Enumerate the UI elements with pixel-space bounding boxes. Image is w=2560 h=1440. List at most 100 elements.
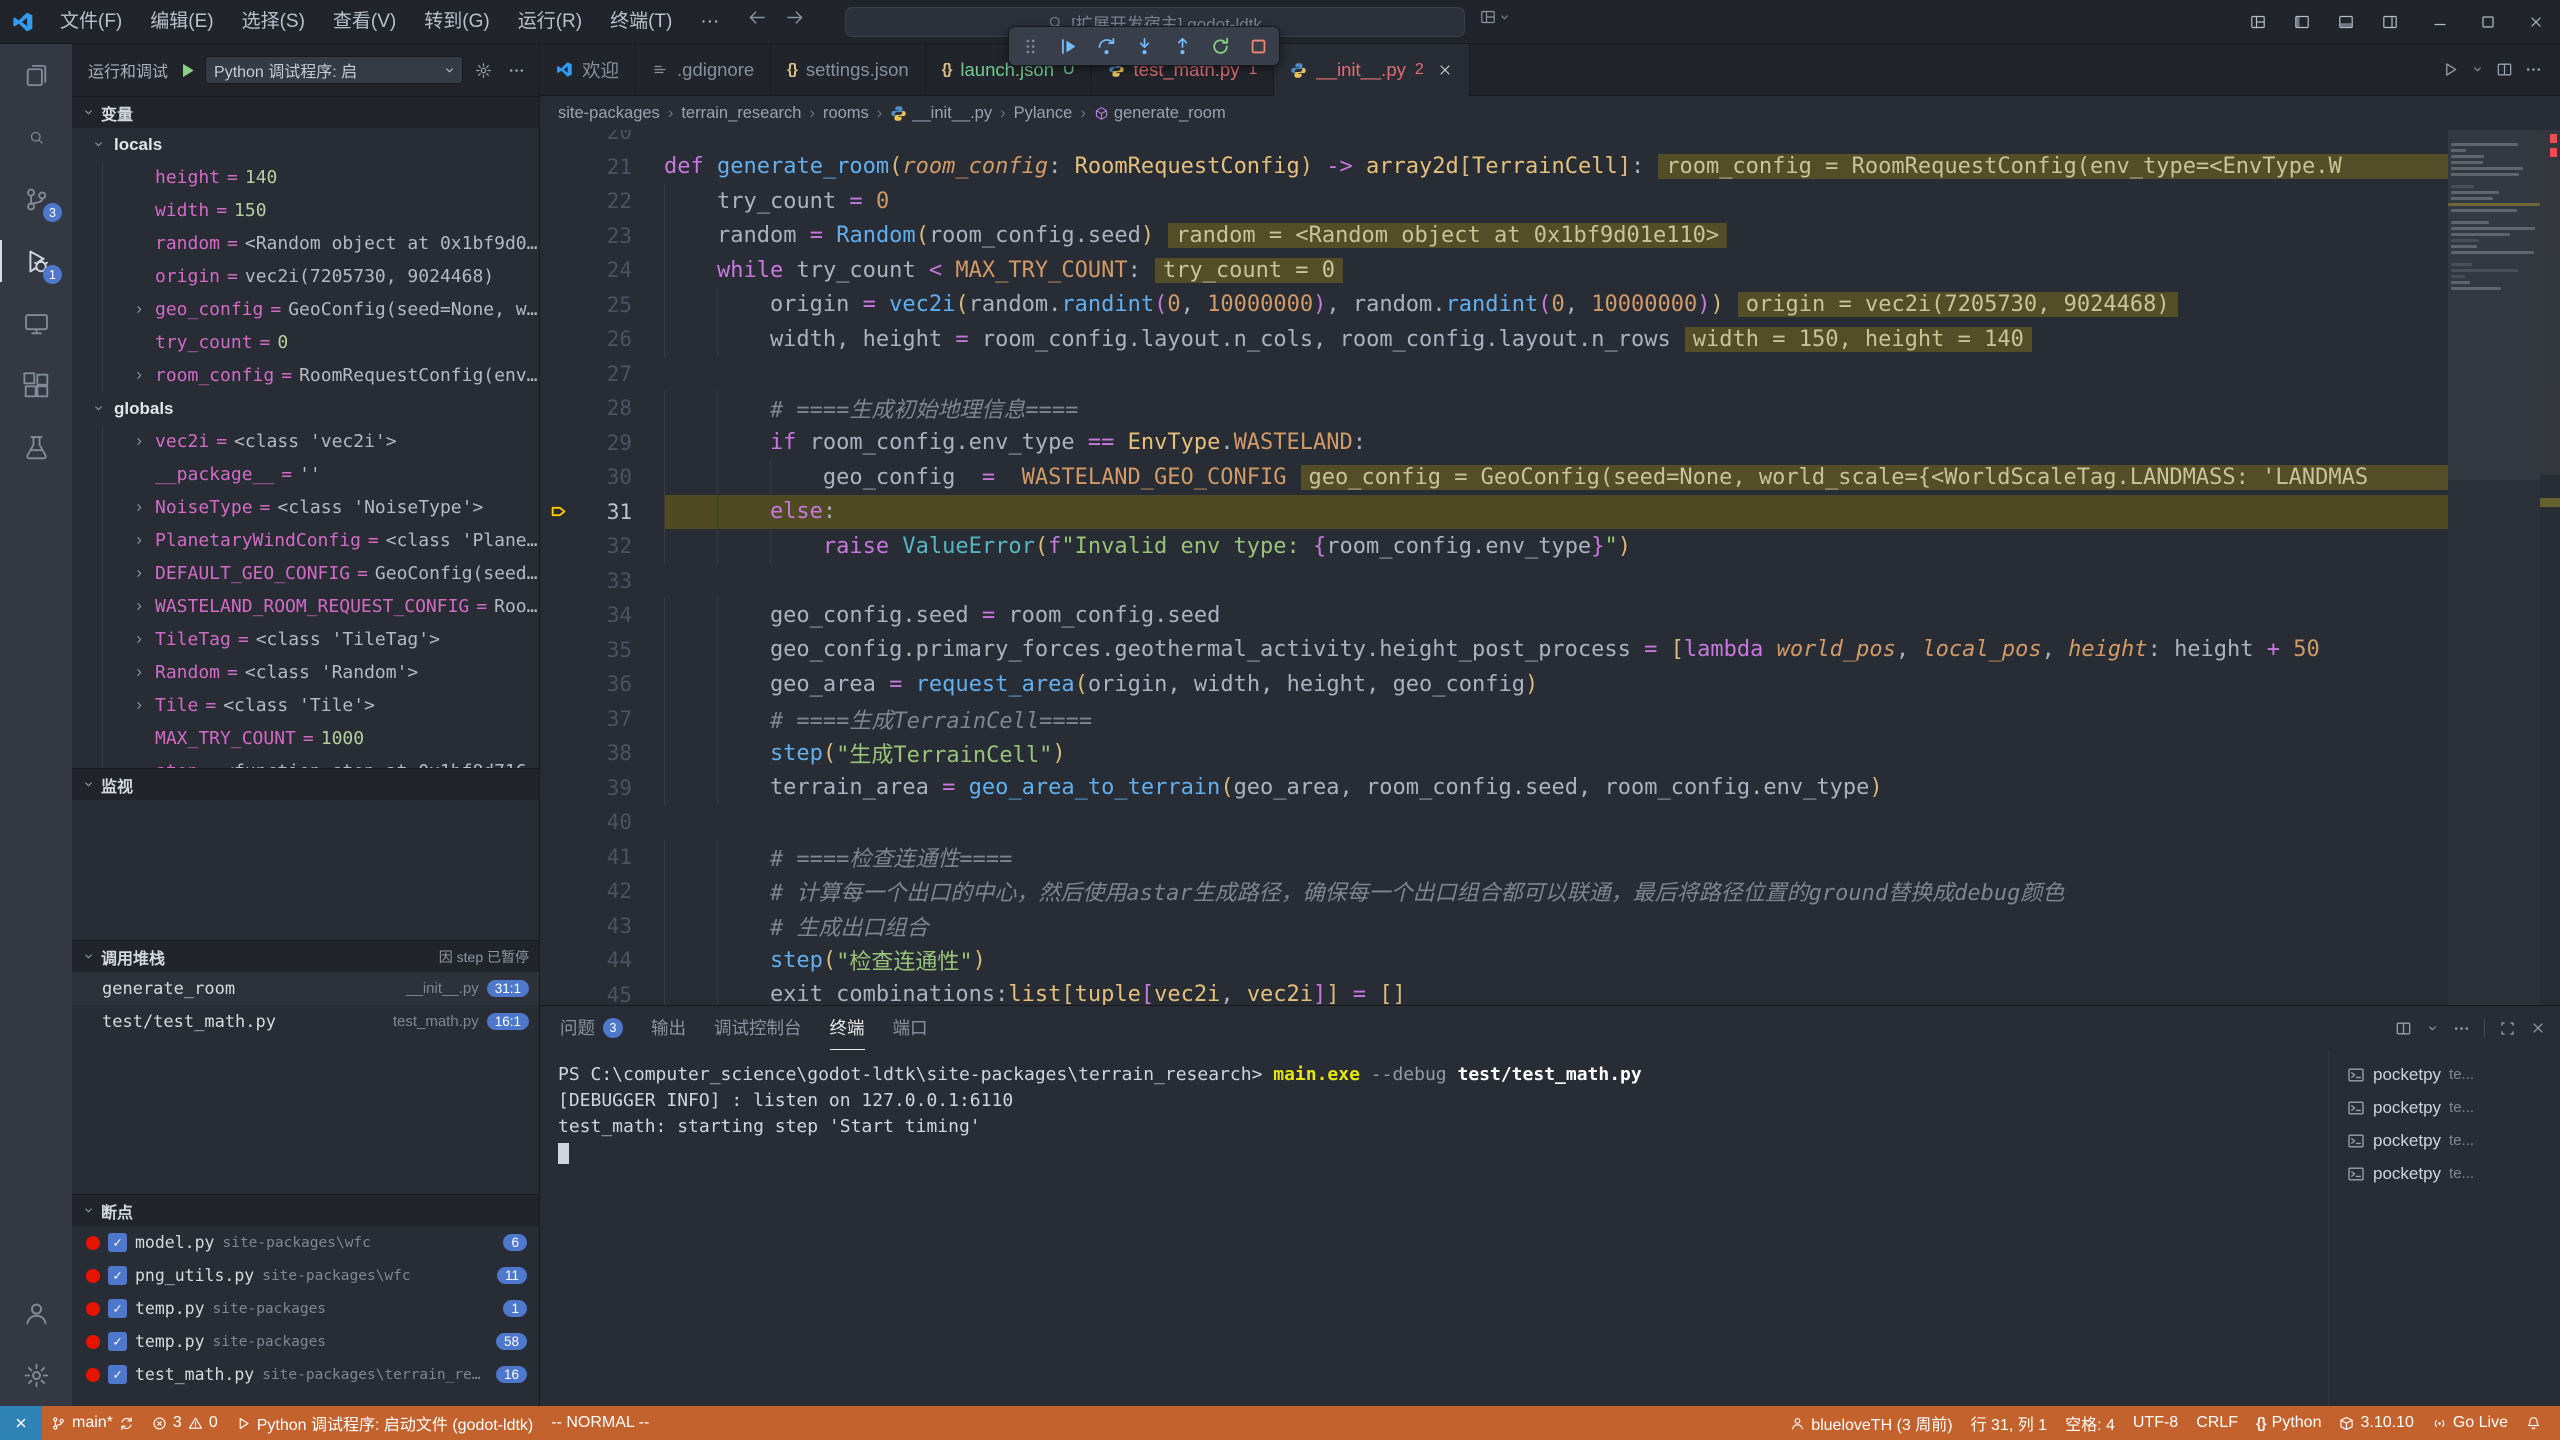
status-cursor-position[interactable]: 行 31, 列 1 <box>1962 1406 2056 1440</box>
breakpoints-section-header[interactable]: 断点 <box>72 1194 539 1226</box>
scrollbar[interactable] <box>2540 130 2560 475</box>
variables-group-locals[interactable]: locals <box>72 128 539 161</box>
run-dropdown[interactable] <box>2471 63 2484 76</box>
status-encoding[interactable]: UTF-8 <box>2124 1406 2187 1440</box>
layout-control[interactable] <box>1480 9 1511 25</box>
step-over-button[interactable] <box>1095 31 1117 61</box>
status-remote-indicator[interactable] <box>0 1406 42 1440</box>
line-number[interactable]: 37 <box>580 707 632 731</box>
line-number[interactable]: 34 <box>580 603 632 627</box>
status-vim-mode[interactable]: -- NORMAL -- <box>542 1406 658 1440</box>
drag-handle-button[interactable] <box>1019 31 1041 61</box>
code-line-20[interactable]: 20 <box>540 130 2448 150</box>
line-number[interactable]: 27 <box>580 362 632 386</box>
breadcrumb-item[interactable]: generate_room <box>1094 104 1226 123</box>
line-number[interactable]: 26 <box>580 327 632 351</box>
code-line-39[interactable]: 39terrain_area = geo_area_to_terrain(geo… <box>540 771 2448 806</box>
line-number[interactable]: 23 <box>580 224 632 248</box>
code-line-27[interactable]: 27 <box>540 357 2448 392</box>
variable-row[interactable]: TileTag=<class 'TileTag'> <box>102 623 539 656</box>
code-line-45[interactable]: 45exit_combinations:list[tuple[vec2i, ve… <box>540 978 2448 1006</box>
code-line-24[interactable]: 24while try_count < MAX_TRY_COUNT:try_co… <box>540 253 2448 288</box>
breakpoint-row[interactable]: ✓temp.pysite-packages58 <box>72 1325 539 1358</box>
variable-row[interactable]: DEFAULT_GEO_CONFIG=GeoConfig(seed=1234, … <box>102 557 539 590</box>
panel-tab-终端[interactable]: 终端 <box>830 1007 865 1050</box>
variable-row[interactable]: try_count=0 <box>102 326 539 359</box>
code-line-40[interactable]: 40 <box>540 805 2448 840</box>
close-panel[interactable] <box>2530 1020 2546 1036</box>
panel-tab-问题[interactable]: 问题3 <box>560 1007 623 1050</box>
terminal-instance[interactable]: pocketpyte... <box>2329 1157 2560 1190</box>
line-number[interactable]: 21 <box>580 155 632 179</box>
status-language-mode[interactable]: {}Python <box>2247 1406 2331 1440</box>
split-terminal[interactable] <box>2395 1020 2412 1037</box>
panel-tab-输出[interactable]: 输出 <box>651 1007 686 1050</box>
code-line-33[interactable]: 33 <box>540 564 2448 599</box>
activity-run-and-debug[interactable]: 1 <box>0 230 72 292</box>
code-line-31[interactable]: 31else: <box>540 495 2448 530</box>
debug-config-select[interactable]: Python 调试程序: 启 <box>205 56 463 84</box>
menu-item-4[interactable]: 转到(G) <box>410 0 503 43</box>
breakpoint-checkbox[interactable]: ✓ <box>108 1233 127 1252</box>
close-window-button[interactable] <box>2512 0 2560 43</box>
run-python-file[interactable] <box>2442 61 2459 78</box>
menu-item-0[interactable]: 文件(F) <box>46 0 136 43</box>
activity-testing[interactable] <box>0 416 72 478</box>
code-line-42[interactable]: 42# 计算每一个出口的中心，然后使用astar生成路径，确保每一个出口组合都可… <box>540 874 2448 909</box>
continue-button[interactable] <box>1057 31 1079 61</box>
code-line-43[interactable]: 43# 生成出口组合 <box>540 909 2448 944</box>
breadcrumb-item[interactable]: site-packages <box>558 104 660 123</box>
code-line-32[interactable]: 32raise ValueError(f"Invalid env type: {… <box>540 529 2448 564</box>
line-number[interactable]: 44 <box>580 948 632 972</box>
breadcrumb-item[interactable]: __init__.py <box>890 104 992 123</box>
line-number[interactable]: 40 <box>580 810 632 834</box>
status-git-branch[interactable]: main* <box>42 1406 143 1440</box>
breakpoint-checkbox[interactable]: ✓ <box>108 1332 127 1351</box>
stop-button[interactable] <box>1247 31 1269 61</box>
variable-row[interactable]: PlanetaryWindConfig=<class 'PlanetaryWin… <box>102 524 539 557</box>
tab-__init__.py[interactable]: __init__.py2 <box>1274 44 1469 96</box>
line-number[interactable]: 31 <box>580 500 632 524</box>
code-line-38[interactable]: 38step("生成TerrainCell") <box>540 736 2448 771</box>
code-line-28[interactable]: 28# ====生成初始地理信息==== <box>540 391 2448 426</box>
terminal-dropdown[interactable] <box>2426 1022 2439 1035</box>
panel-tab-调试控制台[interactable]: 调试控制台 <box>714 1007 802 1050</box>
status-notifications[interactable] <box>2517 1406 2550 1440</box>
status-indentation[interactable]: 空格: 4 <box>2056 1406 2124 1440</box>
activity-explorer[interactable] <box>0 44 72 106</box>
panel-tab-端口[interactable]: 端口 <box>893 1007 928 1050</box>
tab-settings.json[interactable]: {}settings.json <box>771 44 926 95</box>
line-number[interactable]: 30 <box>580 465 632 489</box>
tab-欢迎[interactable]: 欢迎 <box>540 44 636 95</box>
variable-row[interactable]: vec2i=<class 'vec2i'> <box>102 425 539 458</box>
customize-layout-button[interactable] <box>2238 0 2278 43</box>
step-out-button[interactable] <box>1171 31 1193 61</box>
variable-row[interactable]: Tile=<class 'Tile'> <box>102 689 539 722</box>
gear-icon[interactable] <box>471 62 496 79</box>
activity-search[interactable] <box>0 106 72 168</box>
variable-row[interactable]: random=<Random object at 0x1bf9d01e110> <box>102 227 539 260</box>
terminal-instance[interactable]: pocketpyte... <box>2329 1058 2560 1091</box>
line-number[interactable]: 36 <box>580 672 632 696</box>
status-go-live[interactable]: Go Live <box>2423 1406 2517 1440</box>
code-line-21[interactable]: 21def generate_room(room_config: RoomReq… <box>540 150 2448 185</box>
variable-row[interactable]: height=140 <box>102 161 539 194</box>
variable-row[interactable]: __package__='' <box>102 458 539 491</box>
menu-item-6[interactable]: 终端(T) <box>596 0 686 43</box>
activity-settings[interactable] <box>0 1344 72 1406</box>
line-number[interactable]: 20 <box>580 130 632 144</box>
line-number[interactable]: 42 <box>580 879 632 903</box>
toggle-secondary-sidebar-button[interactable] <box>2370 0 2410 43</box>
line-number[interactable]: 28 <box>580 396 632 420</box>
menu-item-2[interactable]: 选择(S) <box>228 0 319 43</box>
tab-.gdignore[interactable]: .gdignore <box>636 44 771 95</box>
editor-more-actions[interactable] <box>2525 61 2542 78</box>
breadcrumb-item[interactable]: terrain_research <box>681 104 801 123</box>
terminal-instance[interactable]: pocketpyte... <box>2329 1124 2560 1157</box>
line-number[interactable]: 24 <box>580 258 632 282</box>
step-into-button[interactable] <box>1133 31 1155 61</box>
variable-row[interactable]: width=150 <box>102 194 539 227</box>
activity-source-control[interactable]: 3 <box>0 168 72 230</box>
line-number[interactable]: 25 <box>580 293 632 317</box>
status-debug-config[interactable]: Python 调试程序: 启动文件 (godot-ldtk) <box>227 1406 543 1440</box>
